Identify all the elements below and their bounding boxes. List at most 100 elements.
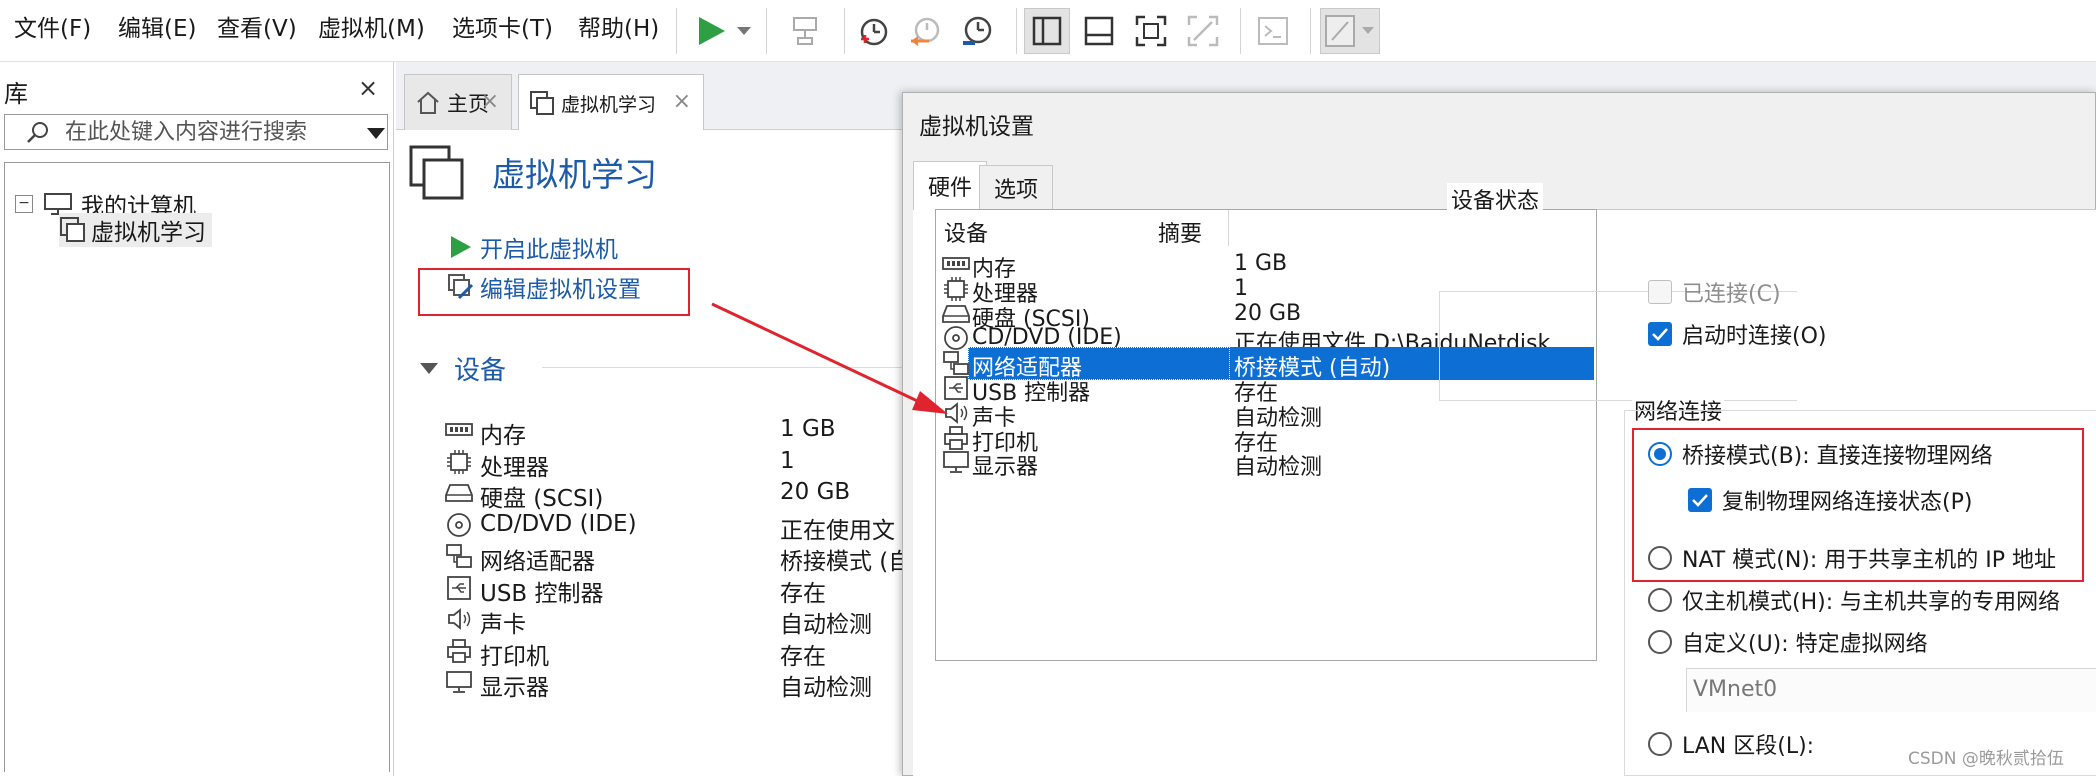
- hard-disk-icon: [444, 479, 474, 507]
- tree-item-vm[interactable]: 虚拟机学习: [59, 213, 212, 247]
- device-value: 自动检测: [780, 675, 872, 701]
- unity-icon: [1187, 15, 1219, 47]
- radio-button: [1648, 732, 1672, 756]
- dialog-title: 虚拟机设置: [919, 114, 1034, 140]
- tree-item-label: 虚拟机学习: [91, 220, 206, 246]
- virtual-machine-icon: [530, 91, 554, 115]
- sound-card-icon: [444, 605, 474, 633]
- library-search-input[interactable]: [65, 118, 345, 146]
- library-tree: − 我的计算机 虚拟机学习: [4, 162, 390, 772]
- menu-edit[interactable]: 编辑(E): [118, 14, 196, 44]
- connect-at-power-on-checkbox[interactable]: 启动时连接(O): [1648, 318, 1826, 350]
- column-header-summary[interactable]: 摘要: [1158, 216, 1202, 248]
- checkbox-box: [1648, 280, 1672, 304]
- page-title: 虚拟机学习: [492, 155, 657, 194]
- virtual-machine-icon: [409, 145, 464, 200]
- host-only-mode-radio[interactable]: 仅主机模式(H): 与主机共享的专用网络: [1648, 584, 2060, 616]
- devices-heading: 设备: [454, 356, 507, 386]
- device-row[interactable]: 显示器 自动检测: [444, 662, 914, 702]
- power-on-button[interactable]: [690, 8, 760, 54]
- radio-button: [1648, 588, 1672, 612]
- menu-view[interactable]: 查看(V): [217, 14, 297, 44]
- custom-network-select[interactable]: VMnet0: [1686, 668, 2096, 712]
- device-value: 1 GB: [780, 416, 836, 442]
- toolbar-separator: [1310, 8, 1311, 54]
- stretch-icon: [1325, 15, 1374, 47]
- action-label: 开启此虚拟机: [480, 237, 618, 263]
- device-status-title: 设备状态: [1447, 183, 1544, 215]
- network-send-icon: [793, 17, 817, 45]
- option-label: 自定义(U): 特定虚拟网络: [1682, 632, 1928, 657]
- option-label: 已连接(C): [1682, 282, 1781, 307]
- printer-icon: [444, 637, 474, 665]
- unity-button[interactable]: [1180, 8, 1226, 54]
- cd-dvd-icon: [444, 511, 474, 539]
- chevron-down-icon[interactable]: [367, 128, 385, 139]
- toolbar-separator: [844, 8, 845, 54]
- toolbar-separator: [1016, 8, 1017, 54]
- column-header-device[interactable]: 设备: [944, 216, 988, 248]
- custom-network-radio[interactable]: 自定义(U): 特定虚拟网络: [1648, 626, 1928, 658]
- radio-button: [1648, 630, 1672, 654]
- menu-vm[interactable]: 虚拟机(M): [318, 14, 425, 44]
- snapshot-manager-button[interactable]: [954, 8, 1000, 54]
- processor-icon: [444, 448, 474, 476]
- console-icon: [1258, 17, 1288, 45]
- play-icon: [699, 17, 751, 45]
- virtual-machine-icon: [60, 217, 85, 242]
- search-icon: [27, 122, 48, 143]
- hardware-summary: 自动检测: [1234, 455, 1323, 481]
- device-name: 显示器: [480, 675, 549, 701]
- devices-section-header[interactable]: 设备: [420, 350, 506, 387]
- send-keys-button[interactable]: [782, 8, 828, 54]
- close-icon[interactable]: ×: [358, 74, 378, 102]
- tab-options[interactable]: 选项: [979, 165, 1054, 209]
- library-view-button[interactable]: [1024, 8, 1070, 54]
- checkmark-icon: [1652, 328, 1668, 341]
- revert-snapshot-button[interactable]: [902, 8, 948, 54]
- chevron-down-icon: [420, 363, 438, 374]
- menu-help[interactable]: 帮助(H): [578, 14, 659, 44]
- tab-label: 虚拟机学习: [561, 93, 657, 116]
- device-value: 20 GB: [780, 479, 851, 505]
- hardware-row[interactable]: 显示器 自动检测: [938, 446, 1594, 481]
- lan-segment-radio[interactable]: LAN 区段(L):: [1648, 728, 1814, 760]
- hardware-list: 设备 摘要 内存 1 GB 处理器 1 硬盘 (SCSI) 20 GB CD/DVD (ID…: [935, 209, 1597, 661]
- menu-file[interactable]: 文件(F): [14, 14, 91, 44]
- tab-vm[interactable]: 虚拟机学习 ×: [518, 74, 704, 131]
- option-label: 仅主机模式(H): 与主机共享的专用网络: [1682, 590, 2061, 615]
- toolbar-separator: [1240, 8, 1241, 54]
- play-icon: [451, 236, 471, 258]
- device-value: 1: [780, 447, 795, 474]
- console-view-button[interactable]: [1250, 8, 1296, 54]
- option-label: LAN 区段(L):: [1682, 734, 1815, 759]
- library-header: 库 ×: [0, 62, 394, 112]
- vm-summary-page: 虚拟机学习 开启此虚拟机 编辑虚拟机设置 设备 内存 1 GB 处理器 1 硬盘 (SC…: [396, 130, 912, 776]
- memory-icon: [444, 416, 474, 444]
- tab-home[interactable]: 主页 ×: [404, 74, 512, 130]
- network-adapter-icon: [444, 542, 474, 570]
- library-panel: 库 × − 我的计算机 虚拟机学习: [0, 62, 394, 776]
- menu-bar: 文件(F) 编辑(E) 查看(V) 虚拟机(M) 选项卡(T) 帮助(H): [0, 0, 2096, 62]
- display-icon: [942, 449, 970, 475]
- close-icon[interactable]: ×: [673, 89, 691, 114]
- device-name: CD/DVD (IDE): [480, 510, 637, 537]
- snapshot-button[interactable]: [850, 8, 896, 54]
- sidebar-layout-icon: [1032, 16, 1062, 46]
- snapshot-icon: [860, 18, 888, 46]
- menu-tabs[interactable]: 选项卡(T): [452, 14, 553, 44]
- connected-checkbox[interactable]: 已连接(C): [1648, 276, 1781, 308]
- close-icon[interactable]: ×: [481, 89, 499, 114]
- bottom-panel-icon: [1084, 16, 1114, 46]
- power-on-vm-link[interactable]: 开启此虚拟机: [446, 230, 618, 264]
- watermark: CSDN @晚秋贰拾伍: [1908, 749, 2064, 769]
- hardware-name: 显示器: [972, 455, 1039, 481]
- annotation-highlight-box: [418, 268, 690, 316]
- full-screen-button[interactable]: [1128, 8, 1174, 54]
- stretch-guest-button[interactable]: [1320, 8, 1380, 54]
- thumbnail-view-button[interactable]: [1076, 8, 1122, 54]
- full-screen-icon: [1135, 15, 1167, 47]
- tree-collapse-toggle[interactable]: −: [15, 195, 33, 213]
- tab-hardware[interactable]: 硬件: [913, 161, 988, 210]
- annotation-highlight-box: [1632, 428, 2084, 582]
